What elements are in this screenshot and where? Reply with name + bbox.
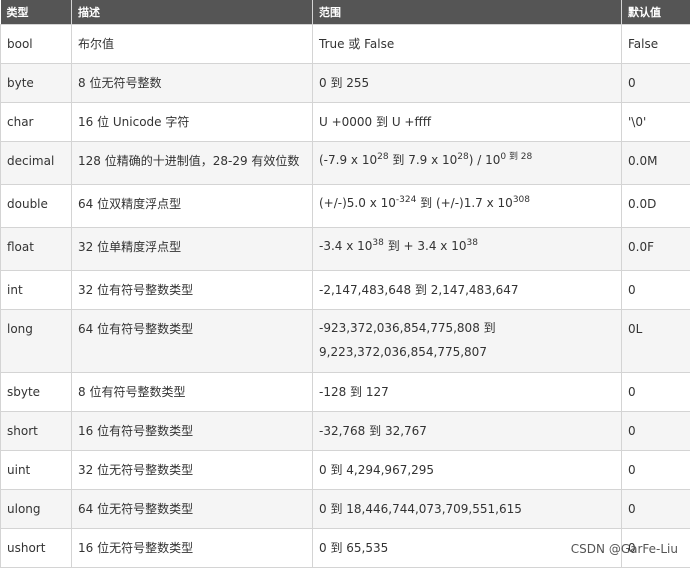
table-header-row: 类型 描述 范围 默认值 <box>1 0 690 24</box>
table-row: long 64 位有符号整数类型 -923,372,036,854,775,80… <box>1 309 690 372</box>
cell-type: float <box>1 227 72 270</box>
header-default: 默认值 <box>622 0 690 24</box>
cell-description: 64 位双精度浮点型 <box>72 184 313 227</box>
cell-description: 布尔值 <box>72 24 313 63</box>
cell-description: 64 位有符号整数类型 <box>72 309 313 372</box>
data-types-table: 类型 描述 范围 默认值 bool 布尔值 True 或 False False… <box>0 0 690 568</box>
cell-default: 0.0D <box>622 184 690 227</box>
cell-type: char <box>1 102 72 141</box>
header-description: 描述 <box>72 0 313 24</box>
table-row: uint 32 位无符号整数类型 0 到 4,294,967,295 0 <box>1 450 690 489</box>
cell-default: 0.0M <box>622 141 690 184</box>
cell-description: 16 位 Unicode 字符 <box>72 102 313 141</box>
cell-type: double <box>1 184 72 227</box>
cell-type: ushort <box>1 528 72 567</box>
table-row: double 64 位双精度浮点型 (+/-)5.0 x 10-324 到 (+… <box>1 184 690 227</box>
cell-type: sbyte <box>1 372 72 411</box>
header-range: 范围 <box>313 0 622 24</box>
cell-range: 0 到 255 <box>313 63 622 102</box>
cell-default: 0 <box>622 489 690 528</box>
cell-range: -128 到 127 <box>313 372 622 411</box>
cell-default: 0L <box>622 309 690 372</box>
cell-type: int <box>1 270 72 309</box>
table-row: sbyte 8 位有符号整数类型 -128 到 127 0 <box>1 372 690 411</box>
table-row: byte 8 位无符号整数 0 到 255 0 <box>1 63 690 102</box>
cell-description: 8 位有符号整数类型 <box>72 372 313 411</box>
cell-type: ulong <box>1 489 72 528</box>
cell-default: 0 <box>622 411 690 450</box>
cell-description: 128 位精确的十进制值，28-29 有效位数 <box>72 141 313 184</box>
cell-type: short <box>1 411 72 450</box>
cell-range: 0 到 18,446,744,073,709,551,615 <box>313 489 622 528</box>
cell-type: bool <box>1 24 72 63</box>
cell-default: 0 <box>622 372 690 411</box>
cell-range: 0 到 4,294,967,295 <box>313 450 622 489</box>
cell-range: U +0000 到 U +ffff <box>313 102 622 141</box>
cell-description: 16 位有符号整数类型 <box>72 411 313 450</box>
cell-description: 8 位无符号整数 <box>72 63 313 102</box>
cell-range: -923,372,036,854,775,808 到9,223,372,036,… <box>313 309 622 372</box>
cell-type: uint <box>1 450 72 489</box>
cell-description: 16 位无符号整数类型 <box>72 528 313 567</box>
cell-description: 32 位有符号整数类型 <box>72 270 313 309</box>
table-row: float 32 位单精度浮点型 -3.4 x 1038 到 + 3.4 x 1… <box>1 227 690 270</box>
cell-default: 0.0F <box>622 227 690 270</box>
table-row: bool 布尔值 True 或 False False <box>1 24 690 63</box>
cell-default: 0 <box>622 270 690 309</box>
cell-type: byte <box>1 63 72 102</box>
cell-type: decimal <box>1 141 72 184</box>
cell-default: '\0' <box>622 102 690 141</box>
cell-range: True 或 False <box>313 24 622 63</box>
table-row: char 16 位 Unicode 字符 U +0000 到 U +ffff '… <box>1 102 690 141</box>
table-row: ulong 64 位无符号整数类型 0 到 18,446,744,073,709… <box>1 489 690 528</box>
range-line: 9,223,372,036,854,775,807 <box>319 340 615 364</box>
cell-range: -32,768 到 32,767 <box>313 411 622 450</box>
cell-range: (-7.9 x 1028 到 7.9 x 1028) / 100 到 28 <box>313 141 622 184</box>
table-row: decimal 128 位精确的十进制值，28-29 有效位数 (-7.9 x … <box>1 141 690 184</box>
table-row: short 16 位有符号整数类型 -32,768 到 32,767 0 <box>1 411 690 450</box>
range-line: -923,372,036,854,775,808 到 <box>319 316 615 340</box>
cell-default: 0 <box>622 63 690 102</box>
table-row: int 32 位有符号整数类型 -2,147,483,648 到 2,147,4… <box>1 270 690 309</box>
csdn-watermark: CSDN @GarFe-Liu <box>571 542 678 556</box>
cell-default: False <box>622 24 690 63</box>
cell-range: -3.4 x 1038 到 + 3.4 x 1038 <box>313 227 622 270</box>
cell-description: 32 位无符号整数类型 <box>72 450 313 489</box>
cell-default: 0 <box>622 450 690 489</box>
cell-type: long <box>1 309 72 372</box>
cell-description: 64 位无符号整数类型 <box>72 489 313 528</box>
cell-range: -2,147,483,648 到 2,147,483,647 <box>313 270 622 309</box>
cell-range: (+/-)5.0 x 10-324 到 (+/-)1.7 x 10308 <box>313 184 622 227</box>
header-type: 类型 <box>1 0 72 24</box>
cell-description: 32 位单精度浮点型 <box>72 227 313 270</box>
